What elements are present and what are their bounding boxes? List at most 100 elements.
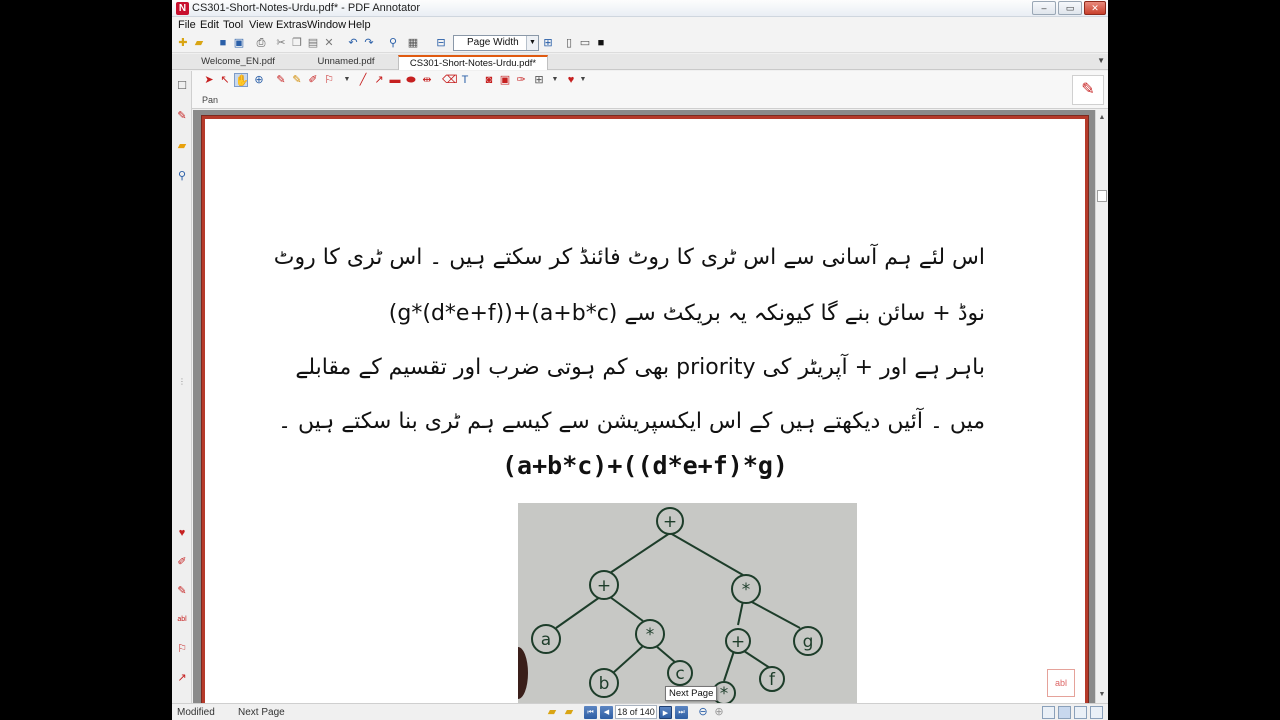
status-action: Next Page	[238, 707, 285, 718]
insert-dropdown-icon[interactable]: ▼	[548, 73, 562, 87]
sidebar-heart-icon[interactable]: ♥	[175, 526, 189, 540]
camera-icon[interactable]: ◙	[482, 73, 496, 87]
open-folder-icon[interactable]: ▰	[192, 36, 206, 50]
window-title: CS301-Short-Notes-Urdu.pdf* - PDF Annota…	[192, 2, 421, 14]
menu-view[interactable]: View	[249, 19, 273, 31]
copy-icon[interactable]: ❐	[290, 36, 304, 50]
ellipse-icon[interactable]: ⬬	[404, 73, 418, 87]
redo-icon[interactable]: ↷	[362, 36, 376, 50]
forward-icon[interactable]: ⊕	[712, 705, 726, 719]
menu-help[interactable]: Help	[348, 19, 371, 31]
tree-node-label: f	[769, 670, 776, 690]
vertical-scrollbar[interactable]: ▲ ▼	[1095, 110, 1108, 703]
next-page-icon[interactable]: ▶	[659, 706, 672, 719]
status-folder-icon[interactable]: ▰	[562, 705, 576, 719]
urdu-text-line-4: میں ۔ آئیں دیکھتے ہیں کے اس ایکسپریشن سے…	[278, 409, 985, 434]
page-number-input[interactable]: 18 of 140	[615, 705, 657, 719]
fullscreen-icon[interactable]: ■	[594, 36, 608, 50]
tab-unnamed[interactable]: Unnamed.pdf	[302, 55, 390, 70]
select-arrow-icon[interactable]: ➤	[202, 73, 216, 87]
sidebar-pen-icon[interactable]: ✎	[175, 109, 189, 123]
annotation-toolbar: ➤ ↖ ✋ ⊕ ✎ ✎ ✐ ⚐ ▼ ╱ ↗ ▬ ⬬ ⇹ ⌫ T ◙ ▣ ✑ ⊞ …	[172, 71, 1108, 109]
select-text-icon[interactable]: ↖	[218, 73, 232, 87]
menu-tool[interactable]: Tool	[223, 19, 243, 31]
checkbox-icon[interactable]: ☐	[175, 79, 189, 93]
scroll-thumb[interactable]	[1097, 190, 1107, 202]
save-icon[interactable]: ■	[216, 36, 230, 50]
tree-node-label: c	[675, 664, 684, 684]
back-icon[interactable]: ⊖	[696, 705, 710, 719]
rectangle-icon[interactable]: ▬	[388, 73, 402, 87]
save-as-icon[interactable]: ▣	[232, 36, 246, 50]
sidebar-folder-icon[interactable]: ▰	[175, 139, 189, 153]
tab-list-chevron-icon[interactable]: ▼	[1097, 56, 1105, 65]
cut-icon[interactable]: ✂	[274, 36, 288, 50]
grid-view-icon[interactable]	[1090, 706, 1103, 719]
tab-cs301[interactable]: CS301-Short-Notes-Urdu.pdf*	[398, 55, 548, 70]
menu-extras[interactable]: Extras	[276, 19, 307, 31]
magnify-icon[interactable]: ⊕	[252, 73, 266, 87]
image-icon[interactable]: ▣	[498, 73, 512, 87]
scroll-down-icon[interactable]: ▼	[1096, 689, 1108, 701]
fit-page-icon[interactable]: ▯	[562, 36, 576, 50]
menu-file[interactable]: File	[178, 19, 196, 31]
delete-icon[interactable]: ✕	[322, 36, 336, 50]
sidebar-marker-icon[interactable]: ✎	[175, 584, 189, 598]
status-open-icon[interactable]: ▰	[545, 705, 559, 719]
new-document-icon[interactable]: ✚	[176, 36, 190, 50]
insert-page-icon[interactable]: ⊞	[532, 73, 546, 87]
menu-bar: File Edit Tool View Extras Window Help	[172, 17, 1108, 34]
pen-icon[interactable]: ✎	[274, 73, 288, 87]
zoom-select[interactable]: Page Width ▼	[453, 35, 539, 51]
text-tool-icon[interactable]: T	[458, 73, 472, 87]
chevron-down-icon: ▼	[526, 36, 538, 50]
two-page-view-icon[interactable]	[1074, 706, 1087, 719]
page-thumbnails-icon[interactable]: ▦	[406, 36, 420, 50]
eraser-icon[interactable]: ⌫	[442, 73, 458, 87]
expression-tree-drawing: + + * a * + g b c * f	[518, 507, 823, 703]
sidebar-brush-icon[interactable]: ✐	[175, 555, 189, 569]
highlighter-icon[interactable]: ✎	[290, 73, 304, 87]
pen-settings-icon[interactable]: ✎	[1072, 75, 1104, 105]
text-note-marker-icon[interactable]: abl	[1047, 669, 1075, 697]
first-page-icon[interactable]: ⏮	[584, 706, 597, 719]
pan-hand-icon[interactable]: ✋	[234, 73, 249, 87]
tab-welcome[interactable]: Welcome_EN.pdf	[194, 55, 282, 70]
measure-icon[interactable]: ⇹	[420, 73, 434, 87]
favorites-dropdown-icon[interactable]: ▼	[576, 73, 590, 87]
print-icon[interactable]: ⎙	[254, 36, 268, 50]
find-icon[interactable]: ⚲	[386, 36, 400, 50]
sidebar-splitter-icon[interactable]: ⋮	[175, 375, 189, 389]
sidebar-stamp-icon[interactable]: ⚐	[175, 642, 189, 656]
zoom-out-icon[interactable]: ⊟	[434, 36, 448, 50]
link-icon[interactable]: ✑	[514, 73, 528, 87]
tree-node-label: +	[597, 576, 611, 596]
undo-icon[interactable]: ↶	[346, 36, 360, 50]
previous-page-icon[interactable]: ◀	[600, 706, 613, 719]
minimize-button[interactable]: –	[1032, 1, 1056, 15]
line-icon[interactable]: ╱	[356, 73, 370, 87]
sidebar-textbox-icon[interactable]: abl	[175, 613, 189, 627]
sidebar-arrow-icon[interactable]: ↗	[175, 671, 189, 685]
fit-width-icon[interactable]: ▭	[578, 36, 592, 50]
last-page-icon[interactable]: ⏭	[675, 706, 688, 719]
continuous-view-icon[interactable]	[1058, 706, 1071, 719]
zoom-in-icon[interactable]: ⊞	[541, 36, 555, 50]
maximize-button[interactable]: ▭	[1058, 1, 1082, 15]
document-viewport[interactable]: اس لئے ہم آسانی سے اس ٹری کا روٹ فائنڈ ک…	[193, 110, 1108, 703]
menu-window[interactable]: Window	[307, 19, 346, 31]
arrow-icon[interactable]: ↗	[372, 73, 386, 87]
stamp-dropdown-icon[interactable]: ▼	[340, 73, 354, 87]
scroll-up-icon[interactable]: ▲	[1096, 112, 1108, 124]
expression-tree-photo: + + * a * + g b c * f	[518, 503, 857, 703]
stamp-icon[interactable]: ⚐	[322, 73, 336, 87]
pdf-page: اس لئے ہم آسانی سے اس ٹری کا روٹ فائنڈ ک…	[202, 116, 1088, 703]
status-mode: Modified	[177, 707, 215, 718]
paste-icon[interactable]: ▤	[306, 36, 320, 50]
close-button[interactable]: ✕	[1084, 1, 1106, 15]
menu-edit[interactable]: Edit	[200, 19, 219, 31]
current-tool-label: Pan	[202, 95, 219, 105]
sidebar-attachment-icon[interactable]: ⚲	[175, 169, 189, 183]
single-page-view-icon[interactable]	[1042, 706, 1055, 719]
marker-icon[interactable]: ✐	[306, 73, 320, 87]
